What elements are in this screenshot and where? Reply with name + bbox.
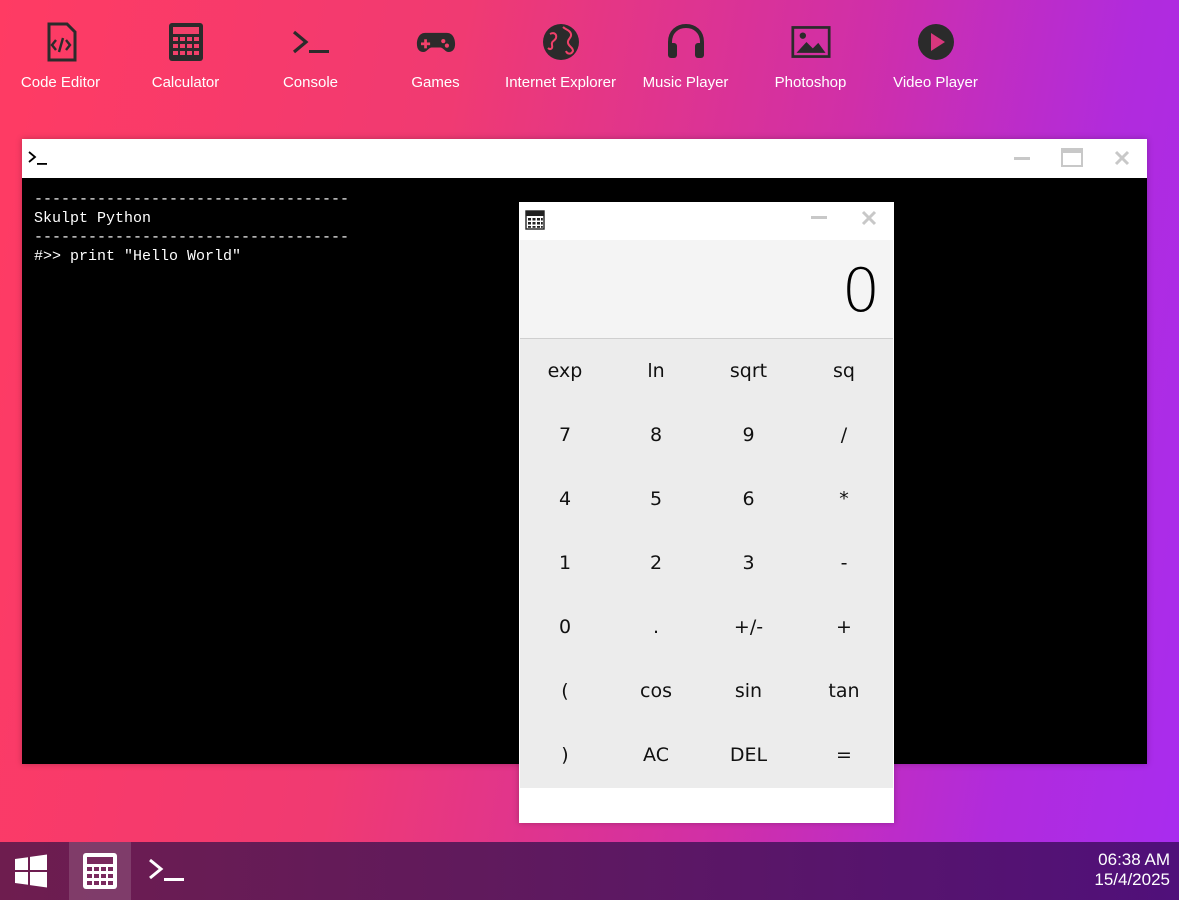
calculator-icon — [83, 853, 117, 889]
calc-key[interactable]: 7 — [520, 403, 610, 467]
calc-key[interactable]: AC — [610, 723, 702, 787]
minimize-icon[interactable] — [806, 210, 832, 232]
calc-key[interactable]: sq — [795, 339, 893, 403]
calculator-display-value: 0 — [841, 256, 880, 326]
calculator-icon — [525, 210, 545, 230]
desktop-icon-label: Photoshop — [774, 74, 847, 91]
calc-key[interactable]: +/- — [702, 595, 795, 659]
desktop-icon-label: Music Player — [642, 74, 729, 91]
desktop-icon-calculator[interactable]: Calculator — [123, 22, 248, 92]
desktop-icon-label: Video Player — [893, 74, 978, 91]
calc-key[interactable]: 3 — [702, 531, 795, 595]
calc-key[interactable]: ) — [520, 723, 610, 787]
desktop-icon-video-player[interactable]: Video Player — [873, 22, 998, 92]
calc-key[interactable]: ( — [520, 659, 610, 723]
taskbar-item-console[interactable] — [136, 842, 198, 900]
calc-key[interactable]: 1 — [520, 531, 610, 595]
calculator-display: 0 — [520, 240, 893, 339]
desktop-icon-label: Internet Explorer — [505, 74, 616, 91]
calc-key[interactable]: / — [795, 403, 893, 467]
calculator-keypad: exp ln sqrt sq 7 8 9/ 4 5 6 * 1 2 3- 0. +/- + (cos sin tan)… — [520, 339, 893, 788]
image-icon — [790, 26, 831, 58]
calc-key[interactable]: 4 — [520, 467, 610, 531]
calc-key[interactable]: * — [795, 467, 893, 531]
taskbar: 06:38 AM 15/4/2025 — [0, 842, 1179, 900]
minimize-icon[interactable] — [1009, 147, 1035, 169]
close-icon[interactable] — [856, 210, 882, 232]
calc-key[interactable]: cos — [610, 659, 702, 723]
calculator-icon — [168, 23, 203, 61]
calc-key[interactable]: 6 — [702, 467, 795, 531]
calc-key[interactable]: 5 — [610, 467, 702, 531]
desktop-icon-music-player[interactable]: Music Player — [623, 22, 748, 92]
headphones-icon — [667, 23, 704, 58]
desktop-icon-photoshop[interactable]: Photoshop — [748, 22, 873, 92]
desktop-icon-internet-explorer[interactable]: Internet Explorer — [498, 22, 623, 92]
taskbar-item-calculator[interactable] — [69, 842, 131, 900]
calc-key[interactable]: . — [610, 595, 702, 659]
terminal-icon — [292, 30, 329, 54]
play-circle-icon — [917, 24, 954, 60]
calc-key[interactable]: 0 — [520, 595, 610, 659]
calc-key[interactable]: 9 — [702, 403, 795, 467]
calc-key[interactable]: tan — [795, 659, 893, 723]
calc-key[interactable]: 8 — [610, 403, 702, 467]
terminal-icon — [28, 151, 47, 165]
terminal-icon — [149, 858, 184, 881]
desktop-icons: Code Editor Calculator Console Games Int… — [0, 0, 1179, 130]
gamepad-icon — [416, 32, 455, 52]
calculator-titlebar[interactable] — [519, 202, 894, 240]
code-file-icon — [47, 22, 76, 62]
calc-key[interactable]: sqrt — [702, 339, 795, 403]
taskbar-clock[interactable]: 06:38 AM 15/4/2025 — [1094, 850, 1170, 890]
calculator-window[interactable]: 0 exp ln sqrt sq 7 8 9/ 4 5 6 * 1 2 3- 0. +/- + (cos sin ta… — [519, 202, 894, 823]
calc-key[interactable]: DEL — [702, 723, 795, 787]
desktop-icon-console[interactable]: Console — [248, 22, 373, 92]
start-button[interactable] — [0, 842, 62, 900]
desktop-icon-label: Code Editor — [20, 74, 101, 91]
calc-key[interactable]: 2 — [610, 531, 702, 595]
calc-key[interactable]: = — [795, 723, 893, 787]
calc-key[interactable]: ln — [610, 339, 702, 403]
globe-icon — [542, 24, 579, 60]
clock-date: 15/4/2025 — [1094, 870, 1170, 889]
close-icon[interactable] — [1109, 147, 1135, 169]
desktop-icon-label: Console — [282, 74, 339, 91]
desktop-icon-label: Calculator — [151, 74, 220, 91]
desktop-icon-games[interactable]: Games — [373, 22, 498, 92]
calc-key[interactable]: sin — [702, 659, 795, 723]
calc-key[interactable]: + — [795, 595, 893, 659]
windows-start-icon — [15, 854, 47, 888]
calc-key[interactable]: exp — [520, 339, 610, 403]
desktop-icon-label: Games — [411, 74, 460, 91]
maximize-icon[interactable] — [1059, 147, 1085, 169]
console-titlebar[interactable] — [22, 139, 1147, 178]
calc-key[interactable]: - — [795, 531, 893, 595]
desktop-icon-code-editor[interactable]: Code Editor — [0, 22, 123, 92]
clock-time: 06:38 AM — [1098, 850, 1170, 869]
